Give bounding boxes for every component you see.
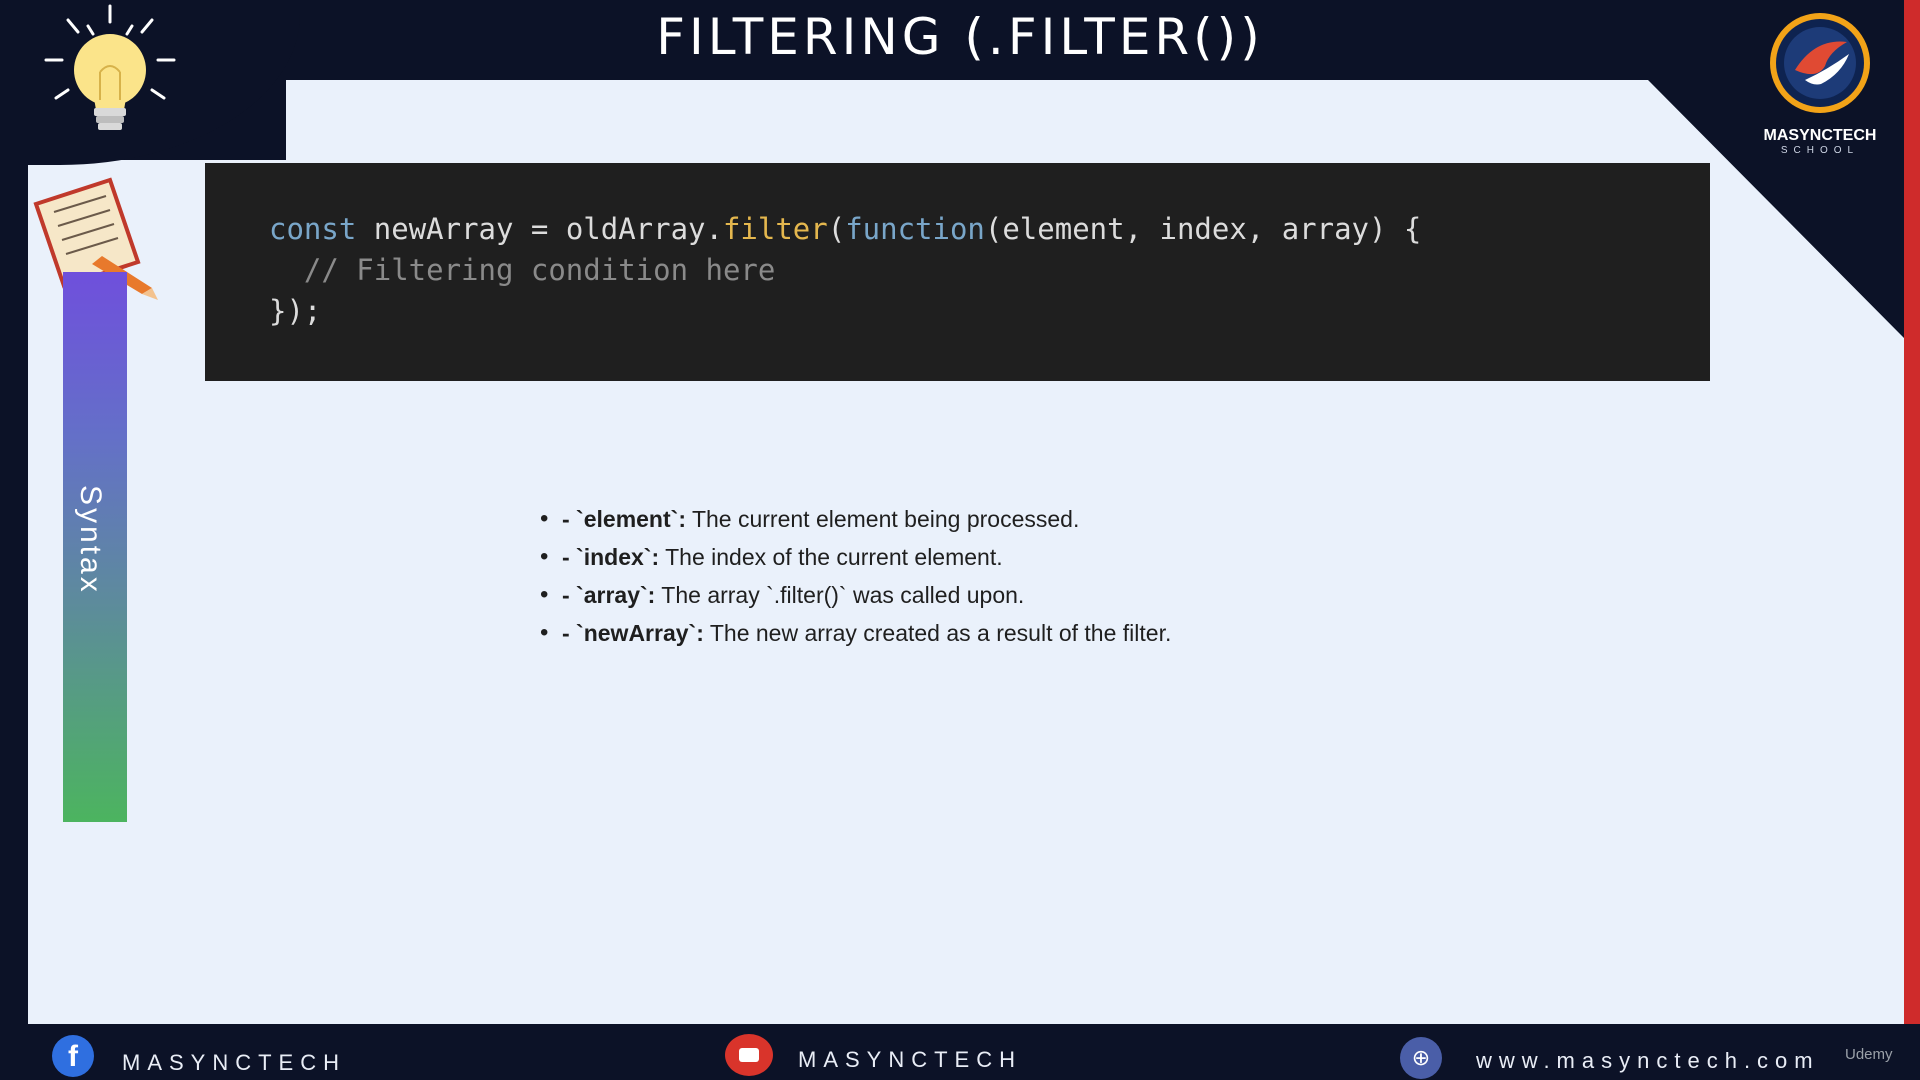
code-filter-method: filter: [722, 212, 828, 246]
bullet-description: The current element being processed.: [685, 506, 1080, 532]
bullet-suffix: `:: [643, 544, 660, 570]
syntax-label: Syntax: [74, 485, 107, 595]
brand-logo: MASYNCTECH SCHOOL: [1760, 8, 1880, 156]
bullet-term: index: [583, 544, 644, 570]
youtube-handle[interactable]: MASYNCTECH: [798, 1047, 1022, 1073]
bullet-prefix: - `: [562, 582, 584, 608]
slide-root: FILTERING (.FILTER()) MASYNCTECH SCHOOL …: [0, 0, 1920, 1080]
code-paren: (: [827, 212, 846, 246]
list-item: - `element`: The current element being p…: [540, 500, 1171, 538]
code-block: const newArray = oldArray.filter(functio…: [205, 163, 1710, 381]
code-text: newArray = oldArray.: [356, 212, 723, 246]
list-item: - `newArray`: The new array created as a…: [540, 614, 1171, 652]
website-link[interactable]: www.masynctech.com: [1476, 1048, 1820, 1074]
code-comment: // Filtering condition here: [269, 253, 776, 287]
bullet-description: The array `.filter()` was called upon.: [655, 582, 1025, 608]
bullet-prefix: - `: [562, 506, 584, 532]
code-closing: });: [269, 294, 322, 328]
logo-name: MASYNCTECH: [1763, 127, 1877, 144]
code-keyword-function: function: [845, 212, 985, 246]
bullet-term: newArray: [583, 620, 689, 646]
bullet-suffix: `:: [670, 506, 686, 532]
bullet-suffix: `:: [688, 620, 704, 646]
globe-icon[interactable]: ⊕: [1400, 1037, 1442, 1079]
youtube-icon[interactable]: [725, 1034, 773, 1076]
bullet-description: The index of the current element.: [659, 544, 1003, 570]
code-params: (element, index, array) {: [984, 212, 1422, 246]
list-item: - `array`: The array `.filter()` was cal…: [540, 576, 1171, 614]
facebook-handle[interactable]: MASYNCTECH: [122, 1050, 346, 1076]
accent-bar: [1904, 0, 1920, 1024]
logo-subtitle: SCHOOL: [1780, 145, 1860, 156]
watermark: Udemy: [1845, 1046, 1893, 1063]
brand-logo-emblem: [1770, 13, 1870, 113]
code-keyword-const: const: [269, 212, 357, 246]
bullet-prefix: - `: [562, 544, 584, 570]
facebook-icon[interactable]: f: [52, 1035, 94, 1077]
bullet-prefix: - `: [562, 620, 584, 646]
slide-title: FILTERING (.FILTER()): [656, 8, 1264, 66]
bullet-suffix: `:: [640, 582, 656, 608]
bullet-term: array: [583, 582, 640, 608]
bullet-description: The new array created as a result of the…: [703, 620, 1172, 646]
list-item: - `index`: The index of the current elem…: [540, 538, 1171, 576]
bullet-term: element: [583, 506, 671, 532]
parameter-list: - `element`: The current element being p…: [540, 500, 1171, 652]
